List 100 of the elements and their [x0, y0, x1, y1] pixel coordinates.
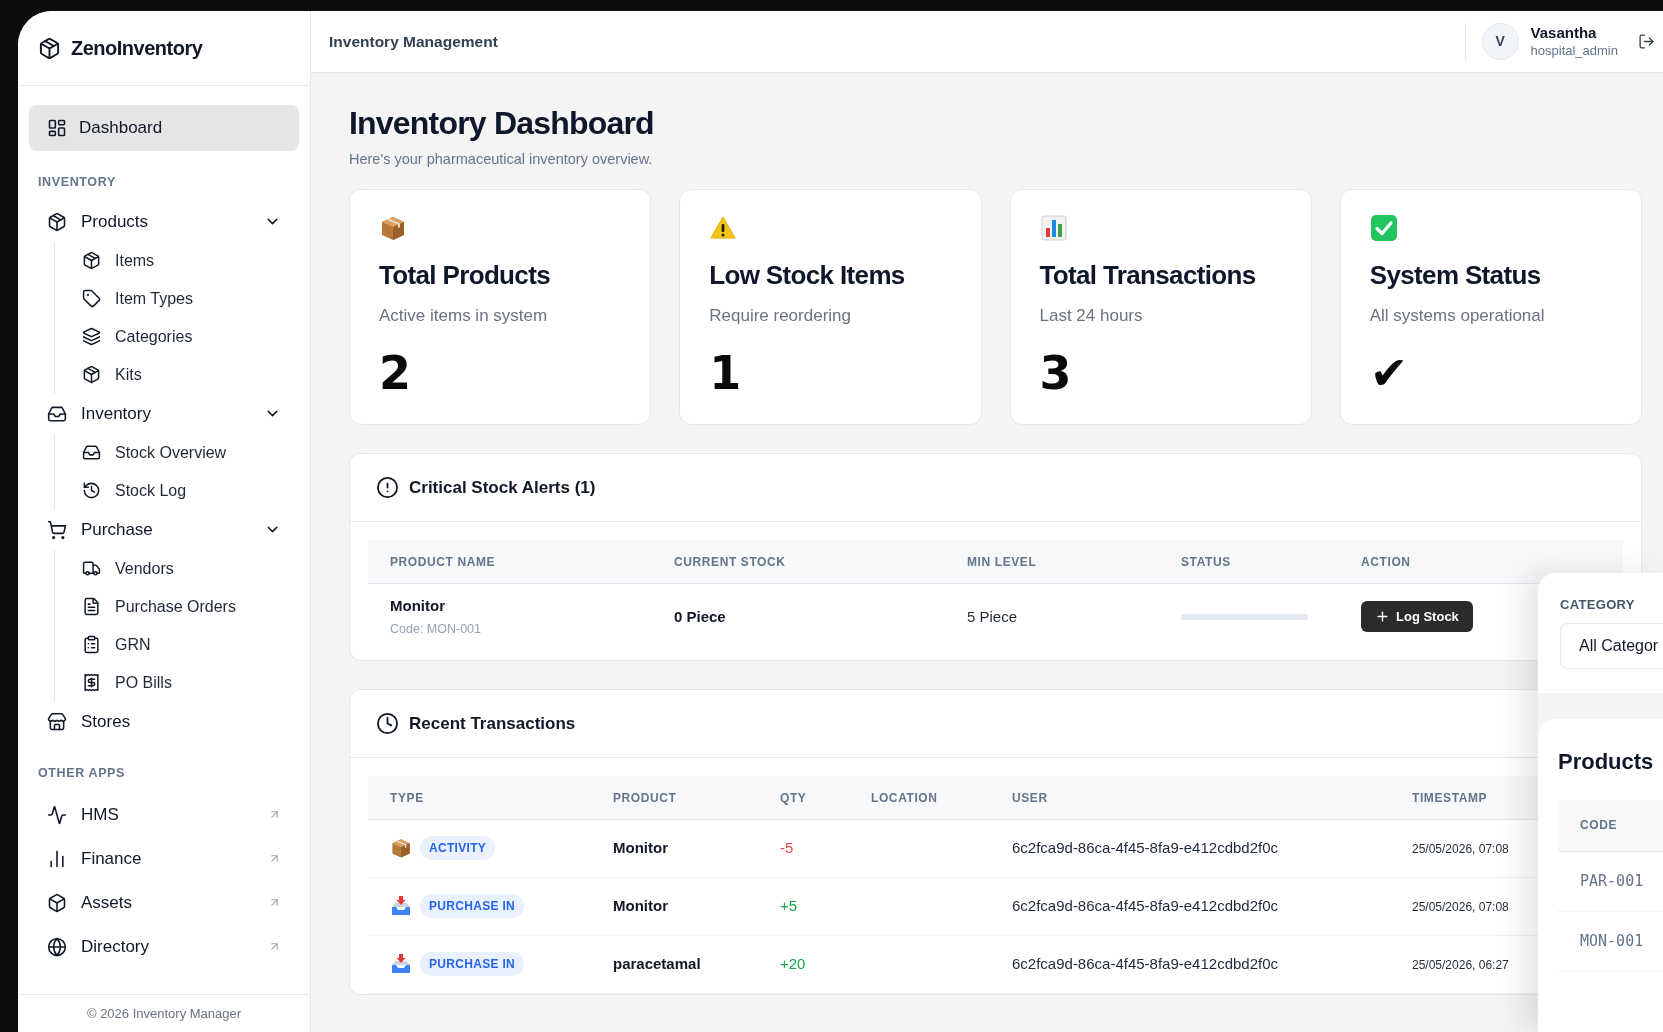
logout-icon[interactable] — [1638, 33, 1655, 50]
type-badge: PURCHASE IN — [420, 952, 524, 977]
stat-title: Total Transactions — [1039, 258, 1256, 292]
nav-subitem[interactable]: Stock Log — [65, 471, 299, 510]
table-cell: 6c2fca9d-86ca-4f45-8fa9-e412cdbd2f0c — [1012, 839, 1279, 857]
box-icon — [47, 892, 67, 913]
nav-subitem[interactable]: PO Bills — [65, 663, 299, 702]
nav-subitem[interactable]: Kits — [65, 355, 299, 394]
column-header: QTY — [780, 791, 807, 806]
history-icon — [82, 481, 101, 501]
document-icon — [82, 597, 101, 617]
nav-subitem[interactable]: Purchase Orders — [65, 587, 299, 626]
dashboard-icon — [47, 118, 67, 138]
tag-icon — [82, 289, 101, 309]
nav-subitem[interactable]: Stock Overview — [65, 433, 299, 472]
stat-value: 2 — [379, 350, 411, 397]
column-header: PRODUCT NAME — [390, 555, 496, 570]
nav-subitem[interactable]: GRN — [65, 625, 299, 664]
package-icon — [38, 36, 61, 60]
column-header: PRODUCT — [613, 791, 677, 806]
stat-value: 1 — [709, 350, 742, 397]
stat-subtitle: Last 24 hours — [1039, 304, 1143, 327]
stat-title: System Status — [1369, 258, 1541, 292]
table-cell: 25/05/2026, 07:08 — [1412, 900, 1509, 915]
nav-item[interactable]: Stores — [29, 701, 299, 742]
table-cell: 25/05/2026, 07:08 — [1412, 842, 1509, 857]
stat-subtitle: All systems operational — [1369, 304, 1545, 327]
alert-icon — [376, 475, 399, 499]
cart-icon — [47, 519, 67, 540]
nav-subitem[interactable]: Vendors — [65, 549, 299, 588]
truck-icon — [82, 559, 101, 579]
plus-icon — [1375, 609, 1390, 625]
column-header: TYPE — [390, 791, 424, 806]
dashboard-nav-item[interactable]: Dashboard — [29, 105, 299, 151]
stat-value: 3 — [1039, 350, 1072, 397]
layers-icon — [82, 327, 101, 347]
nav-subitem[interactable]: Items — [65, 241, 299, 280]
nav-item[interactable]: Finance — [29, 836, 299, 881]
section-heading: INVENTORY — [37, 174, 117, 191]
package-icon — [82, 365, 101, 385]
bar-chart-icon — [47, 848, 67, 869]
table-cell: paracetamal — [613, 955, 701, 973]
check-icon — [1369, 213, 1398, 242]
clock-icon — [376, 711, 399, 735]
user-name: Vasantha — [1530, 24, 1598, 43]
table-cell: 0 Piece — [674, 607, 726, 625]
stat-title: Low Stock Items — [709, 258, 905, 292]
table-cell: 6c2fca9d-86ca-4f45-8fa9-e412cdbd2f0c — [1012, 955, 1279, 973]
section-heading: OTHER APPS — [37, 764, 127, 782]
table-cell: 5 Piece — [967, 607, 1018, 625]
store-icon — [47, 711, 67, 732]
nav-item[interactable]: Directory — [29, 924, 299, 969]
header-title: Inventory Management — [329, 31, 499, 52]
nav-item[interactable]: Inventory — [29, 393, 299, 434]
user-role: hospital_admin — [1530, 42, 1618, 59]
type-badge: PURCHASE IN — [420, 894, 524, 919]
table-cell: Monitor — [613, 897, 668, 915]
package-icon — [47, 211, 67, 232]
table-cell: 25/05/2026, 06:27 — [1412, 958, 1509, 973]
quantity-text: +5 — [780, 897, 798, 915]
stat-subtitle: Require reordering — [709, 304, 851, 327]
package-icon — [82, 251, 101, 271]
type-badge: ACTIVITY — [420, 836, 496, 861]
user-avatar[interactable]: V — [1481, 23, 1519, 60]
product-code: PAR-001 — [1580, 870, 1644, 892]
column-header: CODE — [1580, 817, 1618, 834]
panel-title: Critical Stock Alerts (1) — [409, 476, 596, 499]
nav-item[interactable]: Purchase — [29, 509, 299, 550]
app-logo-title: ZenoInventory — [71, 36, 203, 61]
column-header: STATUS — [1181, 555, 1231, 570]
package-icon — [390, 837, 412, 860]
inbox-tray-icon — [390, 953, 412, 976]
table-cell: Monitor — [613, 839, 668, 857]
pulse-icon — [47, 804, 67, 825]
log-stock-button[interactable]: Log Stock — [1361, 601, 1473, 633]
page-subtitle: Here's your pharmaceutical inventory overview. — [349, 150, 654, 169]
quantity-text: -5 — [780, 839, 794, 857]
product-code: MON-001 — [1580, 930, 1644, 952]
table-cell: 6c2fca9d-86ca-4f45-8fa9-e412cdbd2f0c — [1012, 897, 1279, 915]
nav-subitem[interactable]: Categories — [65, 317, 299, 356]
quantity-text: +20 — [780, 955, 806, 973]
receipt-icon — [82, 673, 101, 693]
product-name: Monitor — [390, 596, 446, 617]
copyright-text: © 2026 Inventory Manager — [86, 1004, 242, 1023]
nav-subitem[interactable]: Item Types — [65, 279, 299, 318]
column-header: CURRENT STOCK — [674, 555, 786, 570]
nav-item[interactable]: Products — [29, 201, 299, 242]
nav-item[interactable]: Assets — [29, 880, 299, 925]
inbox-tray-icon — [390, 895, 412, 918]
stat-subtitle: Active items in system — [379, 304, 548, 327]
column-header: LOCATION — [871, 791, 938, 806]
inbox-icon — [82, 443, 101, 463]
category-select[interactable]: All Categor — [1560, 622, 1663, 669]
panel-title: Recent Transactions — [409, 712, 576, 735]
bar-chart-icon — [1039, 213, 1068, 242]
column-header: MIN LEVEL — [967, 555, 1037, 570]
stat-value: ✔ — [1369, 350, 1409, 397]
column-header: ACTION — [1361, 555, 1411, 570]
nav-item[interactable]: HMS — [29, 792, 299, 837]
product-code: Code: MON-001 — [390, 620, 482, 638]
